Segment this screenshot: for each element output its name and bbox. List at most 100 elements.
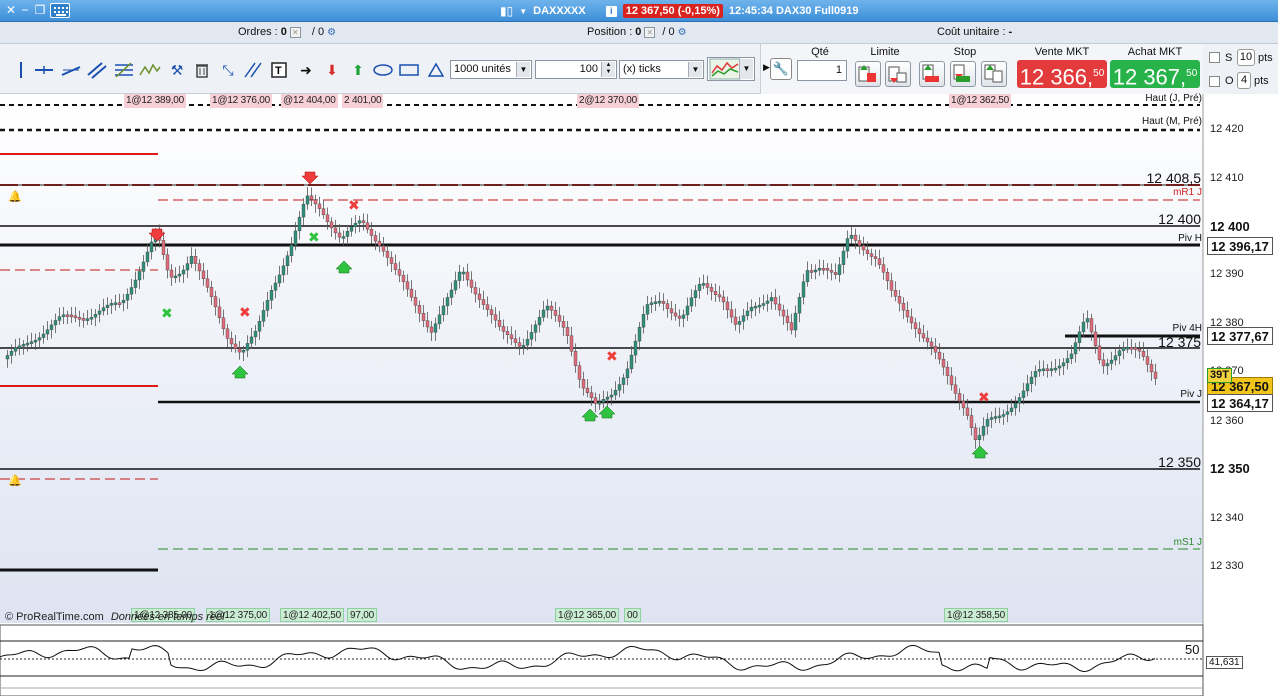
sell-order-tag[interactable]: 1@12 389,00 xyxy=(124,94,187,108)
chevron-down-icon[interactable]: ▼ xyxy=(519,7,527,16)
buy-price-dec: 50 xyxy=(1186,68,1198,79)
candle-body xyxy=(701,283,706,286)
indicator-chart-icon xyxy=(709,58,741,80)
close-position-icon[interactable]: ✕ xyxy=(644,26,656,38)
sell-stop-button[interactable] xyxy=(950,61,976,87)
candle-body xyxy=(961,400,966,409)
unit-cost-summary: Coût unitaire : - xyxy=(937,26,1012,38)
candle-body xyxy=(713,291,718,295)
time-info: 12:45:34 DAX30 Full0919 xyxy=(728,5,859,17)
oco-stop-button[interactable] xyxy=(981,61,1007,87)
candle-body xyxy=(1141,350,1146,357)
candle-body xyxy=(129,287,134,295)
buy-order-tag[interactable]: 1@12 358,50 xyxy=(944,608,1009,622)
horizontal-line-tool-icon[interactable] xyxy=(33,59,55,81)
candle-body xyxy=(709,287,714,292)
arrow-up-green-icon[interactable]: ⬆ xyxy=(347,59,369,81)
candlestick-icon[interactable]: ▮▯ xyxy=(500,4,513,18)
buy-market-button[interactable]: 12 367,50 xyxy=(1110,60,1200,89)
tools-icon[interactable]: ⚒ xyxy=(166,59,188,81)
arrow-down-red-icon[interactable]: ⬇ xyxy=(321,59,343,81)
chevron-down-icon[interactable]: ▼ xyxy=(739,59,753,79)
buy-limit-button[interactable] xyxy=(855,61,881,87)
gear-icon[interactable]: ⚙ xyxy=(327,27,336,38)
trash-icon[interactable] xyxy=(191,59,213,81)
chart-canvas[interactable]: ✖ ✖ ✖ ✖ ✖ ✖ xyxy=(0,94,1278,696)
candle-body xyxy=(365,222,370,230)
parallel-lines-icon[interactable] xyxy=(242,59,264,81)
minimize-icon[interactable]: − xyxy=(18,3,32,17)
candle-body xyxy=(637,327,642,342)
candle-body xyxy=(21,344,26,347)
price-chart[interactable]: ✖ ✖ ✖ ✖ ✖ ✖ 1@12 389,00 1@12 376,00 @12 404,0… xyxy=(0,93,1278,696)
orders-label: Ordres : xyxy=(238,26,278,38)
restore-icon[interactable]: ❐ xyxy=(33,3,47,17)
candle-body xyxy=(273,282,278,291)
panel-collapse-icon[interactable]: ▶ xyxy=(763,62,770,73)
sell-order-tag[interactable]: 1@12 376,00 xyxy=(210,94,273,108)
o-value-input[interactable]: 4 xyxy=(1237,72,1251,89)
ellipse-tool-icon[interactable] xyxy=(372,59,394,81)
units-select[interactable]: 1000 unités ▼ xyxy=(450,60,532,79)
candle-body xyxy=(293,230,298,246)
s-value-input[interactable]: 10 xyxy=(1237,49,1255,66)
sell-order-tag[interactable]: @12 404,00 xyxy=(281,94,338,108)
candle-body xyxy=(957,393,962,402)
quantity-value[interactable]: 100 xyxy=(580,63,598,75)
candle-body xyxy=(1057,365,1062,369)
close-orders-icon[interactable]: ✕ xyxy=(289,26,301,38)
chevron-down-icon[interactable]: ▼ xyxy=(688,62,702,77)
sell-order-tag[interactable]: 1@12 362,50 xyxy=(949,94,1012,108)
candle-body xyxy=(393,263,398,270)
info-icon[interactable]: i xyxy=(605,5,617,17)
bell-icon[interactable]: 🔔 xyxy=(8,475,22,487)
candle-body xyxy=(569,335,574,352)
chevron-down-icon[interactable]: ▼ xyxy=(516,62,530,77)
cross-arrows-icon[interactable]: ⤡ xyxy=(217,59,239,81)
quantity-stepper[interactable]: 100 ▲ ▼ xyxy=(535,60,617,79)
sell-order-tag[interactable]: 2 401,00 xyxy=(342,94,384,108)
wave-tool-icon[interactable] xyxy=(139,59,161,81)
arrow-right-icon[interactable]: ➜ xyxy=(295,59,317,81)
triangle-tool-icon[interactable] xyxy=(425,59,447,81)
buy-order-tag[interactable]: 1@12 365,00 xyxy=(555,608,620,622)
s-checkbox[interactable] xyxy=(1209,52,1220,63)
close-icon[interactable]: ✕ xyxy=(4,3,18,17)
buy-order-tag[interactable]: 1@12 402,50 xyxy=(280,608,345,622)
stepper-arrows-icon[interactable]: ▲ ▼ xyxy=(601,62,615,77)
sell-limit-button[interactable] xyxy=(885,61,911,87)
trendline-tool-icon[interactable] xyxy=(60,59,82,81)
candle-body xyxy=(417,305,422,314)
ticks-select[interactable]: (x) ticks ▼ xyxy=(619,60,704,79)
buy-order-tag[interactable]: 97,00 xyxy=(347,608,378,622)
instrument-name[interactable]: DAXXXXX xyxy=(533,5,586,17)
candle-body xyxy=(597,401,602,405)
candle-body xyxy=(101,307,106,312)
candle-body xyxy=(521,344,526,348)
o-checkbox[interactable] xyxy=(1209,76,1220,87)
candle-body xyxy=(229,338,234,345)
candle-body xyxy=(1009,407,1014,412)
candle-body xyxy=(589,392,594,398)
gear-icon[interactable]: ⚙ xyxy=(678,27,687,38)
candle-body xyxy=(929,341,934,347)
level-box-12350: 12 350 xyxy=(1207,460,1253,478)
channel-tool-icon[interactable] xyxy=(86,59,108,81)
bell-icon[interactable]: 🔔 xyxy=(8,191,22,203)
qty-input[interactable]: 1 xyxy=(797,60,847,81)
sell-market-button[interactable]: 12 366,50 xyxy=(1017,60,1107,89)
wrench-icon[interactable]: 🔧 xyxy=(770,58,792,80)
indicator-menu[interactable]: ▼ xyxy=(707,57,755,81)
candle-body xyxy=(761,303,766,306)
y-tick-label: 12 360 xyxy=(1210,415,1244,427)
sell-order-tag[interactable]: 2@12 370,00 xyxy=(577,94,640,108)
text-tool-icon[interactable]: T xyxy=(268,59,290,81)
buy-order-tag[interactable]: 00 xyxy=(624,608,641,622)
rectangle-tool-icon[interactable] xyxy=(398,59,420,81)
fibonacci-tool-icon[interactable] xyxy=(113,59,135,81)
buy-stop-button[interactable] xyxy=(919,61,945,87)
vertical-line-tool-icon[interactable] xyxy=(10,59,32,81)
keyboard-icon[interactable] xyxy=(50,3,70,18)
plot-background xyxy=(0,94,1203,623)
candle-body xyxy=(9,350,14,356)
